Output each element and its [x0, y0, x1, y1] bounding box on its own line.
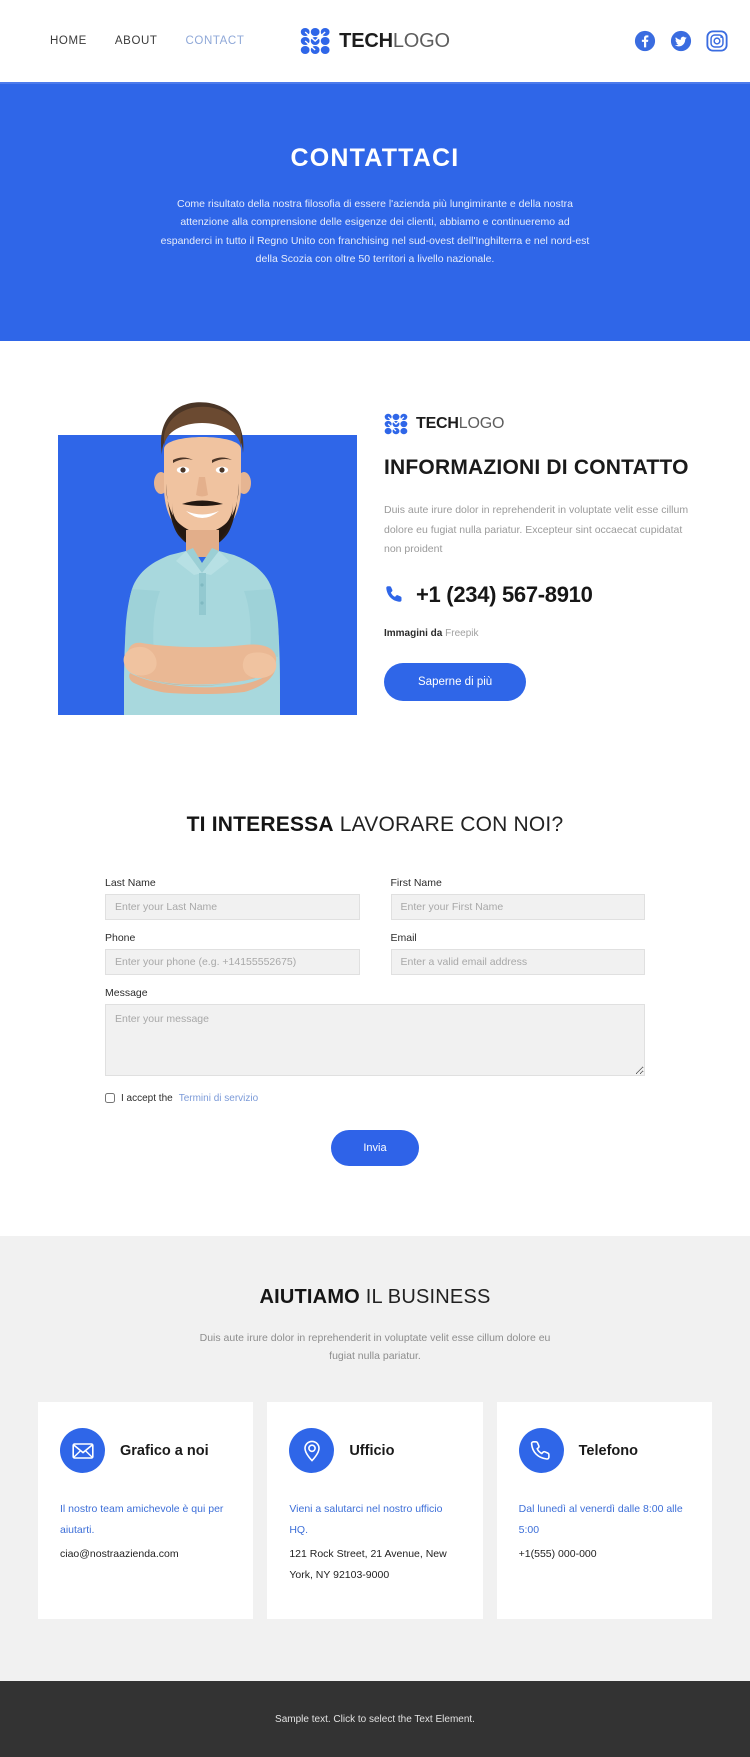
- card-description: Dal lunedì al venerdì dalle 8:00 alle 5:…: [518, 1503, 683, 1536]
- card-phone: Telefono Dal lunedì al venerdì dalle 8:0…: [496, 1402, 712, 1620]
- info-logo-text: TECHLOGO: [416, 414, 505, 432]
- dot-grid-logo-icon: [384, 413, 408, 434]
- label-phone: Phone: [105, 931, 136, 944]
- card-email: Grafico a noi Il nostro team amichevole …: [38, 1402, 254, 1620]
- info-heading: INFORMAZIONI DI CONTATTO: [384, 455, 689, 479]
- image-credit: Immagini da Freepik: [384, 628, 700, 639]
- contact-info-column: TECHLOGO INFORMAZIONI DI CONTATTO Duis a…: [384, 385, 700, 701]
- learn-more-button[interactable]: Saperne di più: [384, 662, 527, 701]
- label-email: Email: [390, 931, 417, 944]
- accept-terms-checkbox[interactable]: [105, 1093, 115, 1103]
- contact-form: Last Name First Name Phone Email: [105, 877, 645, 1166]
- contact-photo: [50, 385, 357, 715]
- nav-item-home[interactable]: HOME: [50, 35, 87, 47]
- field-first-name: First Name: [390, 876, 645, 920]
- map-pin-icon: [304, 1440, 320, 1462]
- field-last-name: Last Name: [105, 877, 360, 920]
- contact-cards: Grafico a noi Il nostro team amichevole …: [38, 1402, 712, 1620]
- business-title: AIUTIAMO IL BUSINESS: [38, 1286, 712, 1309]
- contact-page: HOME ABOUT CONTACT TECHLOGO CONTATTACI C…: [0, 0, 750, 1757]
- person-illustration: [123, 401, 280, 715]
- footer-sample-text[interactable]: Sample text. Click to select the Text El…: [275, 1714, 475, 1725]
- header-logo[interactable]: TECHLOGO: [300, 27, 450, 55]
- card-header: Telefono: [518, 1428, 690, 1474]
- info-logo: TECHLOGO: [384, 413, 700, 435]
- site-header: HOME ABOUT CONTACT TECHLOGO: [0, 0, 750, 82]
- instagram-icon[interactable]: [706, 30, 728, 52]
- accept-terms-text: I accept the: [121, 1092, 173, 1104]
- job-form-section: TI INTERESSA LAVORARE CON NOI? Last Name…: [0, 774, 750, 1236]
- form-row-contact: Phone Email: [105, 932, 645, 987]
- card-title: Telefono: [578, 1442, 638, 1459]
- card-title: Ufficio: [349, 1442, 395, 1459]
- label-last-name: Last Name: [105, 876, 156, 889]
- info-logo-bold: TECH: [416, 414, 459, 432]
- header-logo-light: LOGO: [392, 30, 450, 52]
- site-footer: Sample text. Click to select the Text El…: [0, 1681, 750, 1757]
- main-navigation: HOME ABOUT CONTACT: [50, 35, 244, 47]
- card-detail[interactable]: +1(555) 000-000: [519, 1544, 690, 1564]
- dot-grid-logo-icon: [300, 28, 330, 54]
- accept-terms-row: I accept the Termini di servizio: [105, 1093, 645, 1104]
- hero-banner: CONTATTACI Come risultato della nostra f…: [0, 82, 750, 341]
- twitter-icon[interactable]: [670, 30, 692, 52]
- form-title-bold: TI INTERESSA: [186, 812, 334, 836]
- field-email: Email: [390, 931, 645, 975]
- page-title: CONTATTACI: [290, 144, 460, 172]
- header-logo-text: TECHLOGO: [339, 31, 450, 51]
- contact-info-section: TECHLOGO INFORMAZIONI DI CONTATTO Duis a…: [0, 340, 750, 775]
- social-links: [634, 30, 728, 52]
- field-message: Message: [105, 987, 645, 1081]
- first-name-input[interactable]: [390, 893, 645, 920]
- phone-row[interactable]: +1 (234) 567-8910: [384, 582, 700, 608]
- info-logo-light: LOGO: [458, 414, 505, 432]
- submit-row: Invia: [105, 1129, 645, 1166]
- business-title-light: IL BUSINESS: [359, 1285, 491, 1308]
- email-input[interactable]: [390, 948, 645, 975]
- card-header: Ufficio: [289, 1428, 460, 1474]
- image-credit-source[interactable]: Freepik: [445, 628, 478, 639]
- business-subtitle: Duis aute irure dolor in reprehenderit i…: [199, 1331, 551, 1363]
- facebook-icon[interactable]: [634, 30, 656, 52]
- info-description: Duis aute irure dolor in reprehenderit i…: [384, 504, 689, 556]
- card-icon-wrap: [60, 1428, 105, 1474]
- phone-input[interactable]: [105, 948, 360, 975]
- card-title: Grafico a noi: [120, 1442, 209, 1459]
- label-first-name: First Name: [390, 876, 442, 889]
- card-detail[interactable]: ciao@nostraazienda.com: [60, 1544, 231, 1564]
- form-title-light: LAVORARE CON NOI?: [333, 812, 564, 836]
- card-detail: 121 Rock Street, 21 Avenue, New York, NY…: [289, 1548, 447, 1581]
- card-description: Il nostro team amichevole è qui per aiut…: [60, 1503, 224, 1536]
- image-credit-label: Immagini da: [384, 627, 443, 639]
- card-description: Vieni a salutarci nel nostro ufficio HQ.: [289, 1503, 443, 1536]
- card-icon-wrap: [518, 1428, 564, 1474]
- submit-button[interactable]: Invia: [331, 1129, 419, 1166]
- nav-item-about[interactable]: ABOUT: [115, 35, 158, 47]
- hero-paragraph: Come risultato della nostra filosofia di…: [160, 198, 590, 266]
- terms-of-service-link[interactable]: Termini di servizio: [179, 1093, 258, 1104]
- phone-icon: [530, 1440, 550, 1460]
- form-row-names: Last Name First Name: [105, 877, 645, 932]
- nav-item-contact[interactable]: CONTACT: [186, 35, 245, 47]
- header-logo-bold: TECH: [339, 30, 393, 52]
- card-header: Grafico a noi: [60, 1428, 231, 1474]
- form-title: TI INTERESSA LAVORARE CON NOI?: [0, 813, 750, 837]
- label-message: Message: [105, 986, 148, 999]
- phone-icon: [386, 586, 402, 602]
- phone-number: +1 (234) 567-8910: [416, 581, 593, 607]
- business-title-bold: AIUTIAMO: [259, 1285, 360, 1308]
- business-help-section: AIUTIAMO IL BUSINESS Duis aute irure dol…: [0, 1235, 750, 1682]
- envelope-icon: [71, 1442, 94, 1459]
- message-textarea[interactable]: [105, 1003, 645, 1076]
- card-icon-wrap: [289, 1428, 335, 1474]
- card-office: Ufficio Vieni a salutarci nel nostro uff…: [267, 1402, 483, 1620]
- field-phone: Phone: [105, 932, 360, 975]
- last-name-input[interactable]: [105, 893, 360, 920]
